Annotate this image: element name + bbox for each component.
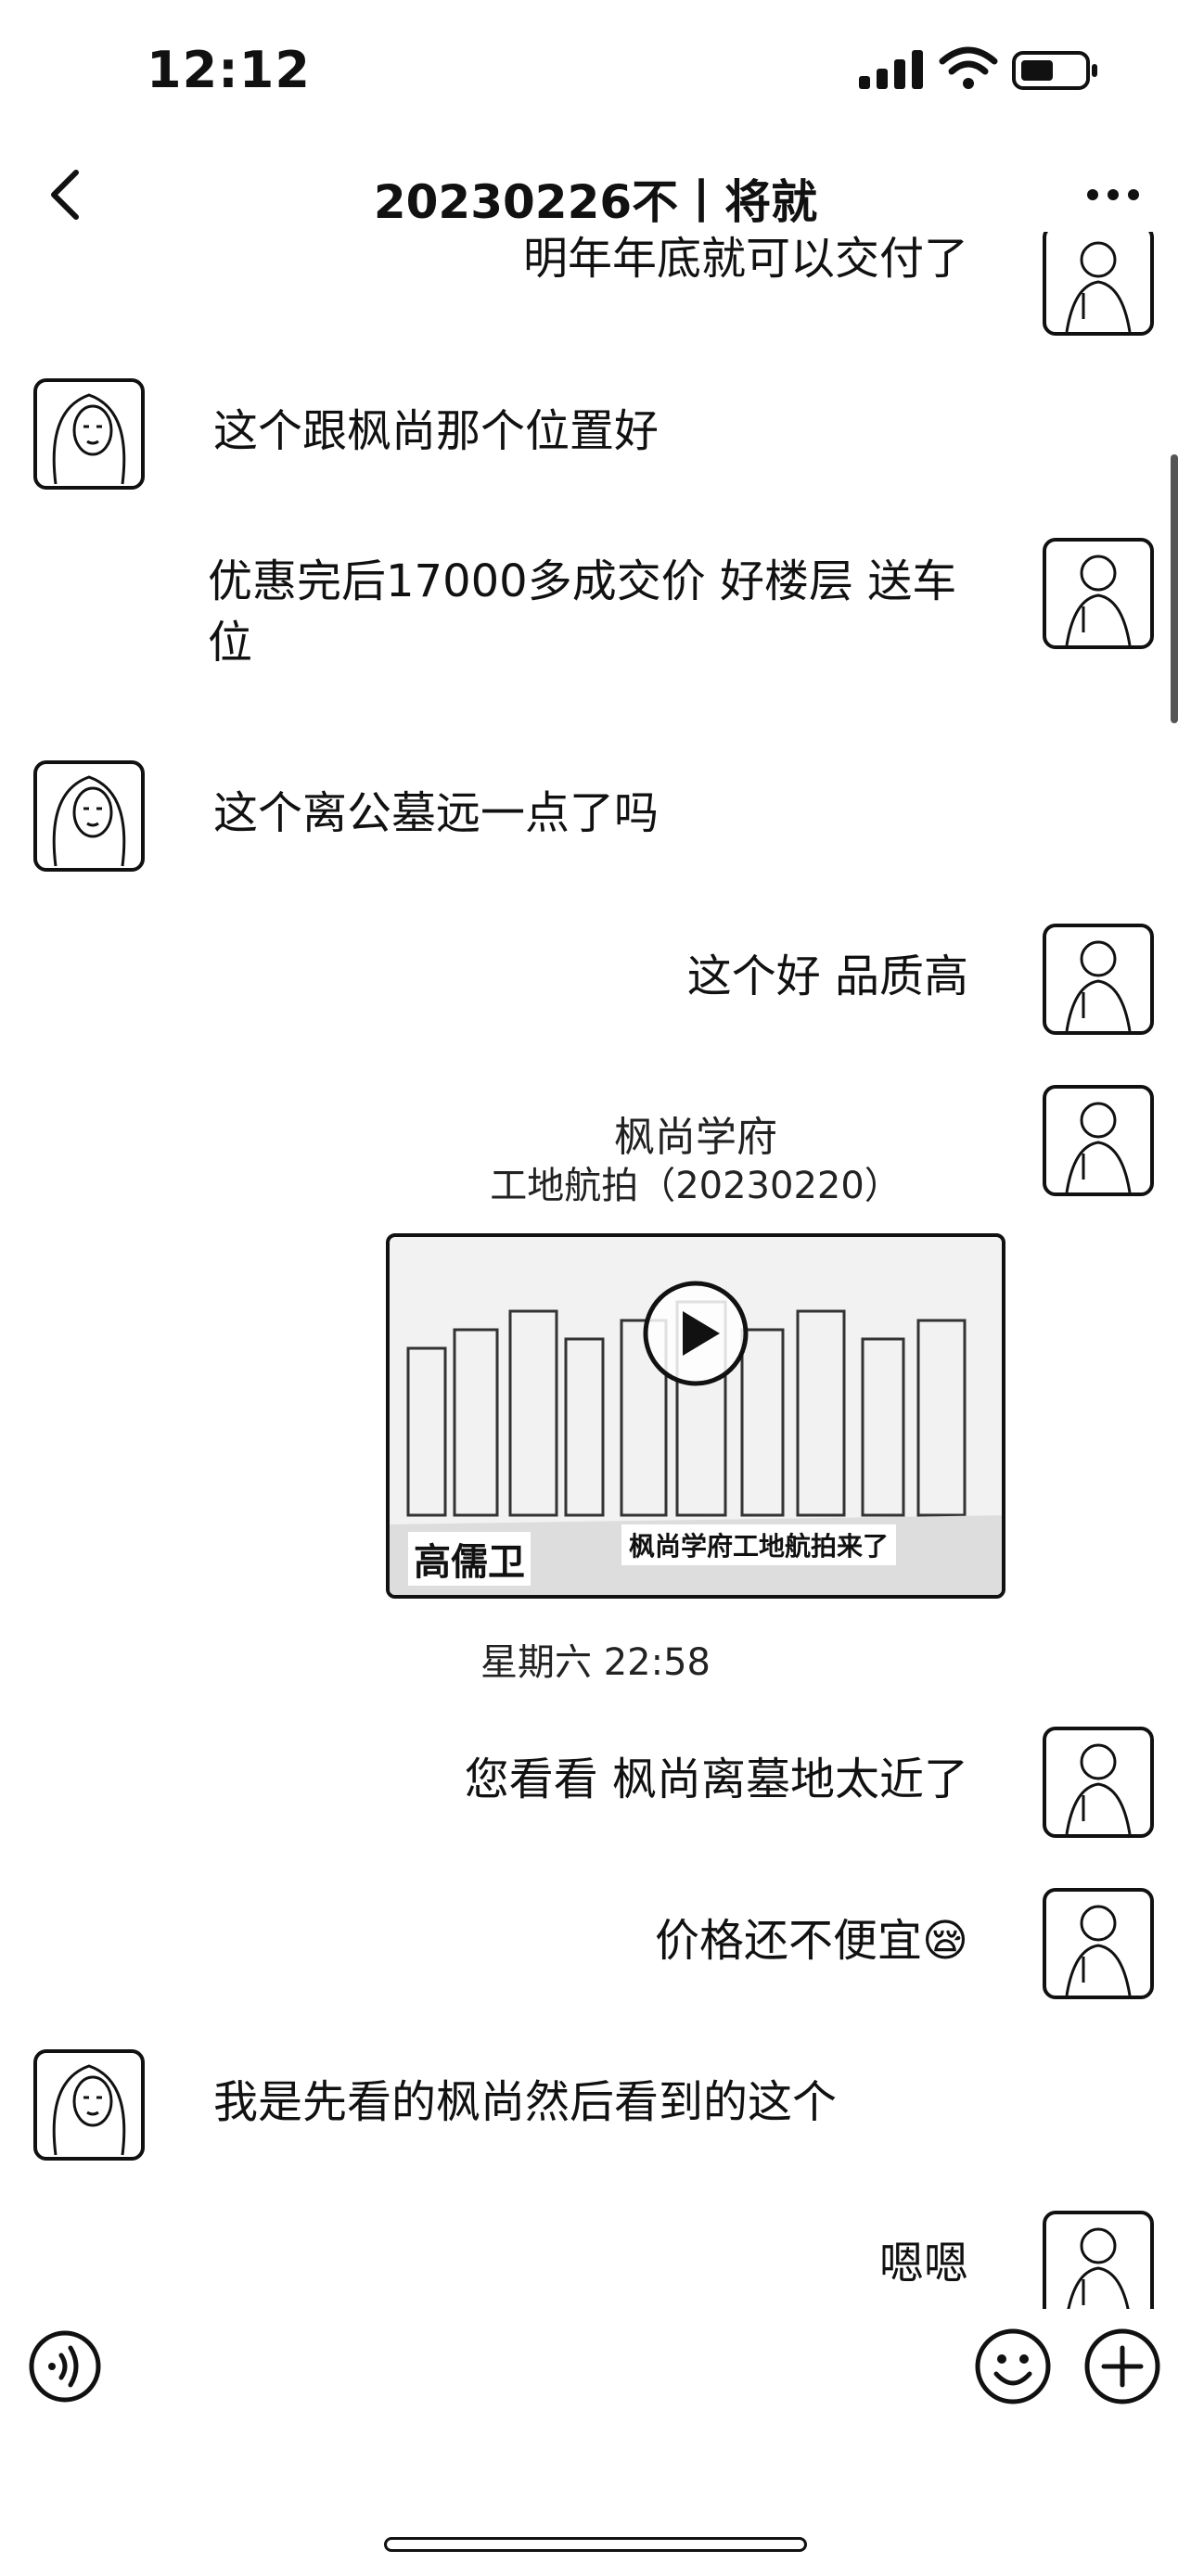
man-avatar-icon [1065, 1905, 1132, 1996]
message-text: 优惠完后17000多成交价 好楼层 送车位 [208, 555, 957, 669]
man-avatar-icon [1065, 940, 1132, 1031]
video-caption: 枫尚学府工地航拍来了 [621, 1524, 897, 1565]
status-bar: 12:12 [0, 0, 1191, 139]
timestamp: 星期六 22:58 [480, 1641, 711, 1684]
video-author: 高儒卫 [408, 1532, 531, 1586]
cellular-signal-icon [859, 50, 923, 89]
my-avatar[interactable] [1043, 924, 1154, 1035]
woman-avatar-icon [52, 2064, 126, 2156]
battery-icon [1012, 51, 1097, 90]
more-options-button[interactable] [1076, 158, 1150, 232]
man-avatar-icon [1065, 1743, 1132, 1834]
my-avatar[interactable] [1043, 538, 1154, 649]
add-icon[interactable] [1083, 2327, 1161, 2405]
wifi-icon [939, 46, 998, 89]
man-avatar-icon [1065, 241, 1132, 332]
message-text: 嗯嗯 [878, 2238, 968, 2289]
message-list[interactable]: 明年年底就可以交付了 这个跟枫尚那个位置好 优惠完后17000多成交价 好楼层 … [0, 232, 1191, 2309]
video-subtitle: 工地航拍（20230220） [490, 1165, 902, 1207]
contact-avatar[interactable] [33, 378, 145, 490]
status-time: 12:12 [147, 41, 311, 99]
scrollbar[interactable] [1171, 454, 1178, 723]
message-text: 这个离公墓远一点了吗 [213, 787, 660, 839]
video-title: 枫尚学府 [614, 1114, 777, 1161]
my-avatar[interactable] [1043, 1727, 1154, 1838]
my-avatar[interactable] [1043, 1888, 1154, 1999]
voice-input-icon[interactable] [28, 2329, 102, 2404]
message-text: 这个好 品质高 [686, 950, 968, 1002]
my-avatar[interactable] [1043, 1085, 1154, 1196]
man-avatar-icon [1067, 2227, 1130, 2309]
more-dots-icon [1087, 189, 1139, 200]
my-avatar[interactable] [1043, 2211, 1154, 2309]
contact-avatar[interactable] [33, 2049, 145, 2161]
message-text: 这个跟枫尚那个位置好 [213, 405, 660, 457]
contact-avatar[interactable] [33, 760, 145, 872]
woman-avatar-icon [52, 393, 126, 485]
woman-avatar-icon [52, 775, 126, 867]
video-card[interactable]: 枫尚学府 工地航拍（20230220） 枫尚学府工地航拍来了 高儒卫 [382, 1103, 1009, 1608]
emoji-icon[interactable] [974, 2327, 1052, 2405]
home-indicator[interactable] [384, 2537, 807, 2552]
input-toolbar [0, 2309, 1191, 2494]
play-icon[interactable] [640, 1278, 751, 1389]
message-text: 价格还不便宜😪 [654, 1915, 968, 1967]
message-text: 您看看 枫尚离墓地太近了 [464, 1753, 968, 1805]
video-thumbnail[interactable]: 枫尚学府工地航拍来了 高儒卫 [386, 1233, 1005, 1599]
my-avatar[interactable] [1043, 232, 1154, 336]
chat-title: 20230226不丨将就 [373, 175, 818, 229]
man-avatar-icon [1065, 1102, 1132, 1192]
man-avatar-icon [1065, 555, 1132, 645]
message-text: 明年年底就可以交付了 [522, 233, 968, 285]
message-text: 我是先看的枫尚然后看到的这个 [213, 2076, 838, 2128]
